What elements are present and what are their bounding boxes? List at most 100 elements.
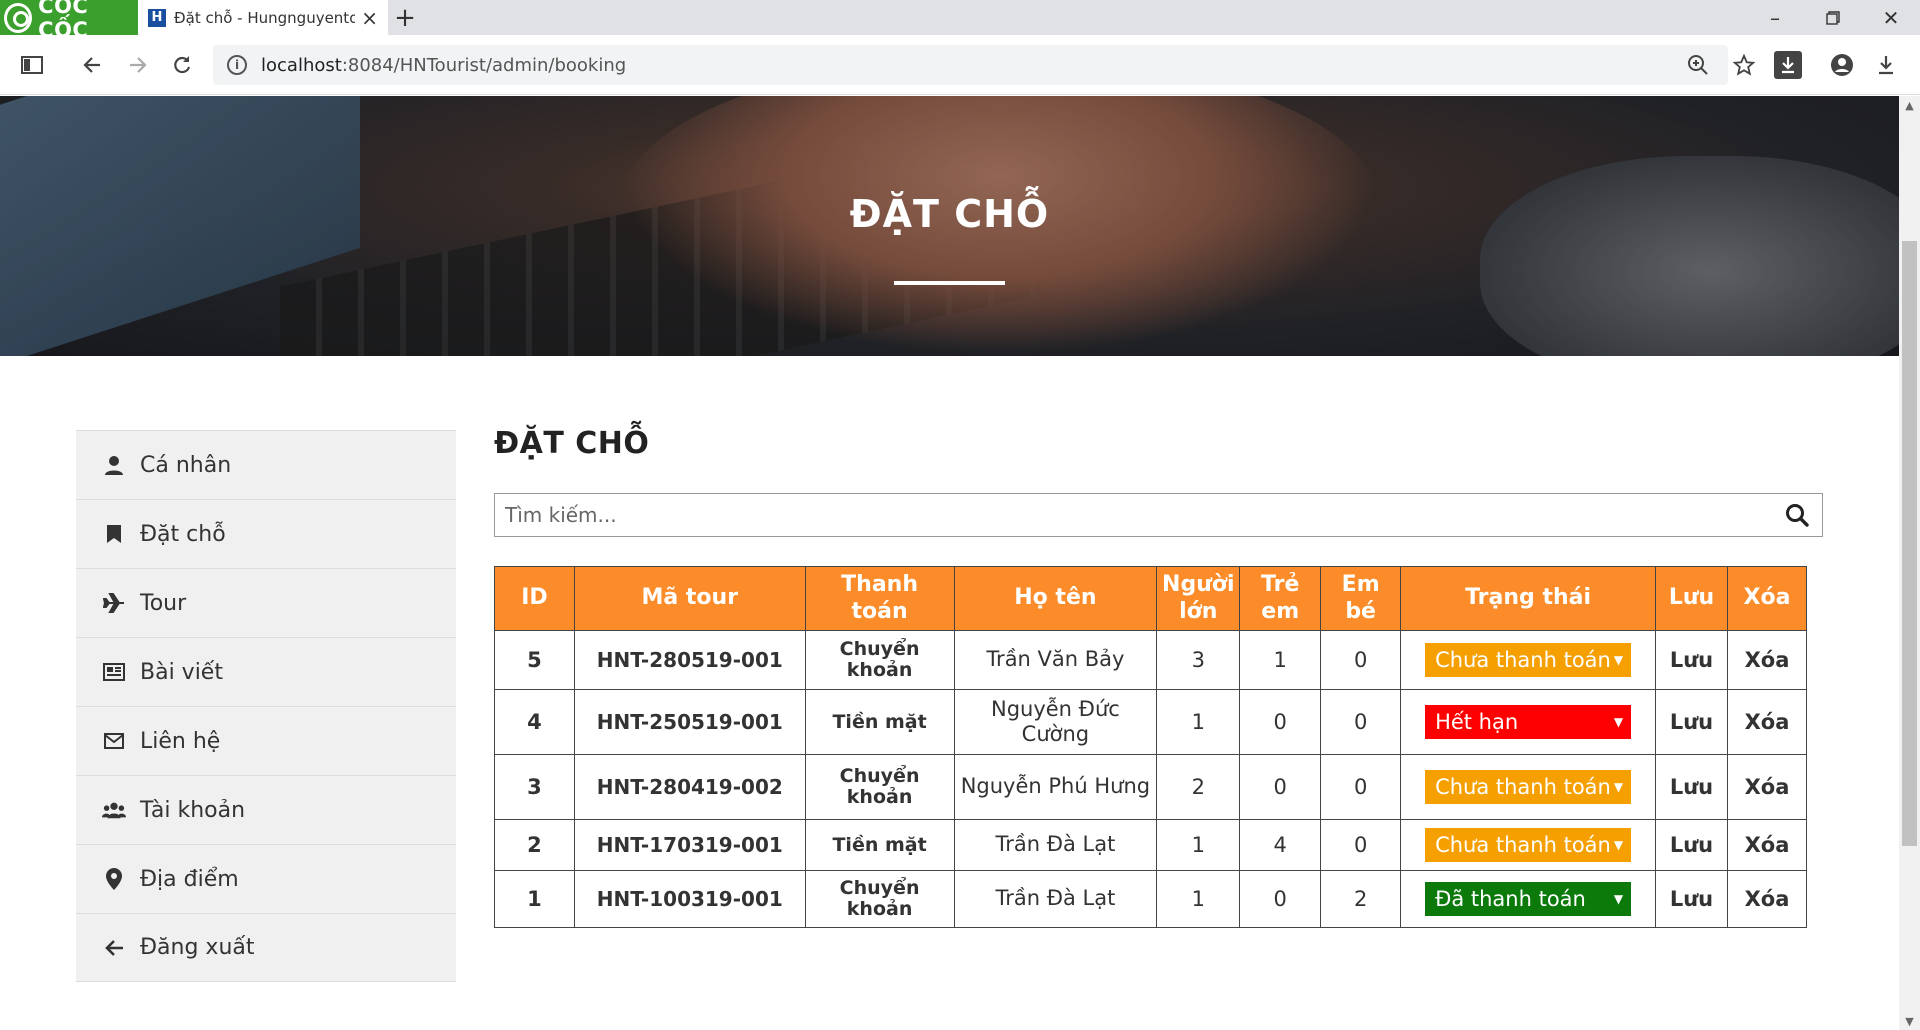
table-row: 1 HNT-100319-001 Chuyển khoản Trần Đà Lạ… bbox=[494, 870, 1808, 928]
column-header-save: Lưu bbox=[1655, 566, 1728, 631]
close-window-button[interactable]: ✕ bbox=[1866, 0, 1916, 35]
back-icon[interactable] bbox=[78, 51, 106, 79]
status-value: Chưa thanh toán bbox=[1435, 648, 1611, 672]
status-select[interactable]: Chưa thanh toán ▼ bbox=[1425, 770, 1632, 804]
tour-code-link[interactable]: HNT-250519-001 bbox=[573, 689, 806, 755]
save-link[interactable]: Lưu bbox=[1655, 870, 1728, 928]
payment-method: Chuyển khoản bbox=[804, 870, 955, 928]
browser-brand[interactable]: CỐC CỐC bbox=[0, 0, 138, 42]
address-bar[interactable]: i localhost:8084/HNTourist/admin/booking bbox=[213, 45, 1728, 85]
delete-link[interactable]: Xóa bbox=[1726, 689, 1808, 755]
customer-name: Nguyễn Phú Hưng bbox=[953, 754, 1158, 820]
downloads-icon[interactable] bbox=[1872, 51, 1900, 79]
save-link[interactable]: Lưu bbox=[1655, 630, 1728, 690]
booking-id[interactable]: 4 bbox=[494, 689, 575, 755]
booking-id[interactable]: 5 bbox=[494, 630, 575, 690]
coccoc-logo-icon bbox=[4, 2, 33, 33]
tab-title: Đặt chỗ - Hungnguyentou bbox=[174, 8, 356, 27]
site-favicon-icon: H bbox=[148, 8, 166, 27]
page-viewport: ĐẶT CHỖ Cá nhân Đặt chỗ Tour Bài viết Li… bbox=[0, 96, 1899, 1030]
map-marker-icon bbox=[102, 867, 126, 891]
infants-count: 0 bbox=[1320, 689, 1402, 755]
status-value: Chưa thanh toán bbox=[1435, 833, 1611, 857]
tab-close-icon[interactable]: × bbox=[361, 6, 378, 30]
scroll-up-icon[interactable]: ▲ bbox=[1899, 96, 1920, 114]
scrollbar-thumb[interactable] bbox=[1902, 241, 1917, 846]
plane-icon bbox=[102, 591, 126, 615]
payment-method: Chuyển khoản bbox=[804, 630, 955, 690]
hero-banner: ĐẶT CHỖ bbox=[0, 96, 1899, 356]
booking-id[interactable]: 1 bbox=[494, 870, 575, 928]
save-link[interactable]: Lưu bbox=[1655, 754, 1728, 820]
delete-link[interactable]: Xóa bbox=[1726, 630, 1808, 690]
column-header-tour-code: Mã tour bbox=[573, 566, 806, 631]
search-input[interactable] bbox=[495, 503, 1772, 527]
booking-id[interactable]: 2 bbox=[494, 819, 575, 871]
scroll-down-icon[interactable]: ▼ bbox=[1899, 1012, 1920, 1030]
table-row: 3 HNT-280419-002 Chuyển khoản Nguyễn Phú… bbox=[494, 754, 1808, 820]
status-select[interactable]: Chưa thanh toán ▼ bbox=[1425, 828, 1632, 862]
tour-code-link[interactable]: HNT-280419-002 bbox=[573, 754, 806, 820]
customer-name: Trần Đà Lạt bbox=[953, 870, 1158, 928]
tour-code-link[interactable]: HNT-280519-001 bbox=[573, 630, 806, 690]
tour-code-link[interactable]: HNT-170319-001 bbox=[573, 819, 806, 871]
maximize-button[interactable] bbox=[1808, 0, 1858, 35]
status-select[interactable]: Hết hạn ▼ bbox=[1425, 705, 1632, 739]
delete-link[interactable]: Xóa bbox=[1726, 754, 1808, 820]
delete-link[interactable]: Xóa bbox=[1726, 870, 1808, 928]
minimize-button[interactable]: – bbox=[1750, 0, 1800, 35]
sidebar-item-label: Đăng xuất bbox=[140, 935, 255, 960]
sidebar-item-booking[interactable]: Đặt chỗ bbox=[76, 499, 456, 568]
status-value: Đã thanh toán bbox=[1435, 887, 1586, 911]
payment-method: Chuyển khoản bbox=[804, 754, 955, 820]
url-path: :8084/HNTourist/admin/booking bbox=[341, 54, 627, 76]
table-row: 4 HNT-250519-001 Tiền mặt Nguyễn Đức Cườ… bbox=[494, 689, 1808, 755]
zoom-icon[interactable] bbox=[1684, 51, 1712, 79]
infants-count: 0 bbox=[1320, 630, 1402, 690]
site-info-icon[interactable]: i bbox=[227, 55, 247, 75]
forward-icon[interactable] bbox=[124, 51, 152, 79]
sidebar-item-label: Đặt chỗ bbox=[140, 521, 226, 547]
search-icon[interactable] bbox=[1772, 494, 1822, 536]
column-header-id: ID bbox=[494, 566, 575, 631]
column-header-status: Trạng thái bbox=[1400, 566, 1657, 631]
sidebar-item-profile[interactable]: Cá nhân bbox=[76, 430, 456, 499]
status-select[interactable]: Chưa thanh toán ▼ bbox=[1425, 643, 1632, 677]
sidebar-item-locations[interactable]: Địa điểm bbox=[76, 844, 456, 913]
children-count: 0 bbox=[1239, 754, 1322, 820]
column-header-delete: Xóa bbox=[1726, 566, 1808, 631]
bookmark-icon bbox=[102, 522, 126, 546]
bookmark-star-icon[interactable] bbox=[1730, 51, 1758, 79]
sidebar-item-accounts[interactable]: Tài khoản bbox=[76, 775, 456, 844]
save-link[interactable]: Lưu bbox=[1655, 689, 1728, 755]
profile-icon[interactable] bbox=[1828, 51, 1856, 79]
hero-title: ĐẶT CHỖ bbox=[849, 192, 1050, 236]
adults-count: 2 bbox=[1156, 754, 1241, 820]
children-count: 4 bbox=[1239, 819, 1322, 871]
save-page-icon[interactable] bbox=[1774, 51, 1802, 79]
column-header-payment: Thanh toán bbox=[804, 566, 955, 631]
save-link[interactable]: Lưu bbox=[1655, 819, 1728, 871]
status-cell: Đã thanh toán ▼ bbox=[1400, 870, 1657, 928]
sidebar-item-contact[interactable]: Liên hệ bbox=[76, 706, 456, 775]
sidebar-item-label: Bài viết bbox=[140, 659, 223, 685]
status-value: Hết hạn bbox=[1435, 710, 1519, 734]
browser-tab[interactable]: H Đặt chỗ - Hungnguyentou × bbox=[138, 0, 388, 35]
status-select[interactable]: Đã thanh toán ▼ bbox=[1425, 882, 1632, 916]
reload-icon[interactable] bbox=[168, 51, 196, 79]
new-tab-button[interactable]: + bbox=[390, 0, 420, 35]
tour-code-link[interactable]: HNT-100319-001 bbox=[573, 870, 806, 928]
search-box bbox=[494, 493, 1823, 537]
delete-link[interactable]: Xóa bbox=[1726, 819, 1808, 871]
sidebar-item-label: Liên hệ bbox=[140, 728, 221, 754]
infants-count: 0 bbox=[1320, 819, 1402, 871]
sidebar-toggle-icon[interactable] bbox=[18, 51, 46, 79]
sidebar-item-posts[interactable]: Bài viết bbox=[76, 637, 456, 706]
infants-count: 2 bbox=[1320, 870, 1402, 928]
status-cell: Chưa thanh toán ▼ bbox=[1400, 630, 1657, 690]
sidebar-item-label: Tài khoản bbox=[140, 797, 246, 823]
page-scrollbar[interactable]: ▲ ▼ bbox=[1899, 96, 1920, 1030]
sidebar-item-tour[interactable]: Tour bbox=[76, 568, 456, 637]
sidebar-item-logout[interactable]: Đăng xuất bbox=[76, 913, 456, 982]
booking-id[interactable]: 3 bbox=[494, 754, 575, 820]
